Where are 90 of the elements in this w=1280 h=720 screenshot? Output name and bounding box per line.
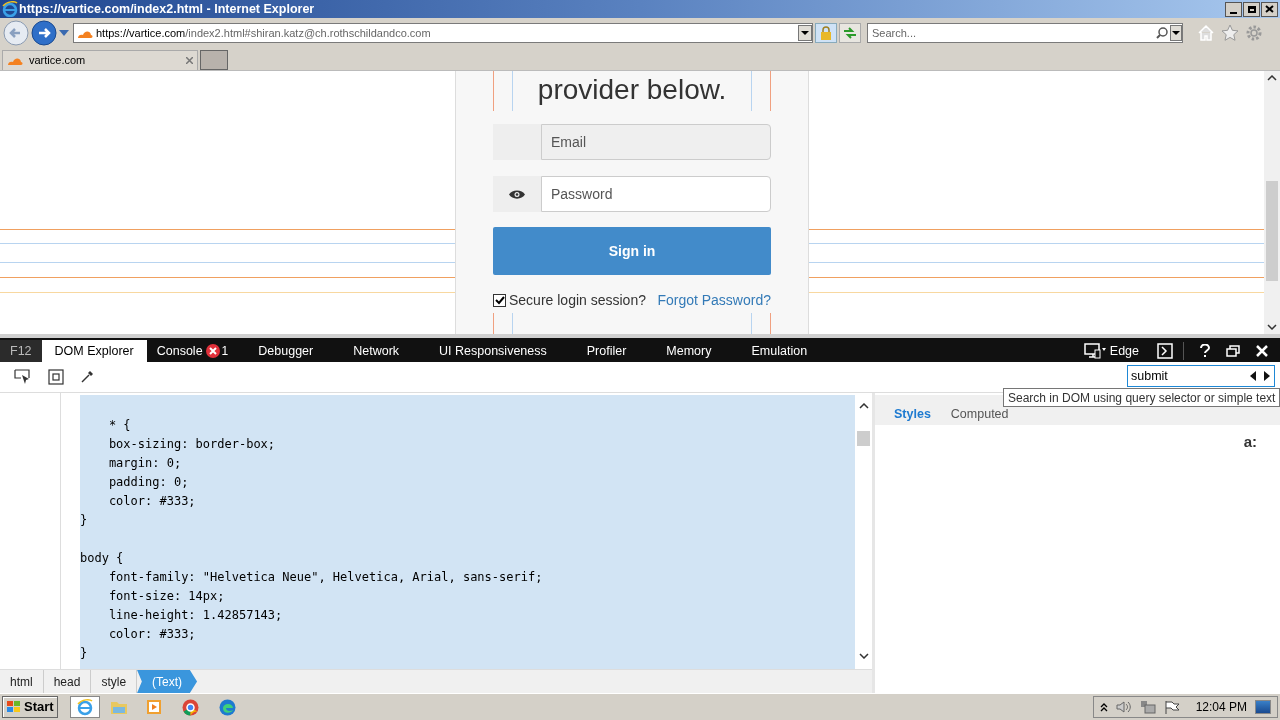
code-line: color: #333; xyxy=(107,493,197,510)
windows-logo-icon xyxy=(6,700,22,714)
address-field[interactable]: https://vartice.com/index2.html#shiran.katz@ch.rothschildandco.com xyxy=(73,23,813,43)
pseudo-state-toggle[interactable]: a: xyxy=(1243,431,1257,454)
browser-logo-icon xyxy=(2,1,18,17)
devtools-tab[interactable]: Debugger xyxy=(248,340,324,362)
new-tab-button[interactable] xyxy=(200,50,228,70)
monitor-icon[interactable] xyxy=(1083,343,1106,359)
padlock-icon xyxy=(820,26,832,40)
close-button[interactable] xyxy=(1261,1,1278,17)
devtools-tab[interactable]: Memory xyxy=(656,340,722,362)
code-line: color: #333; xyxy=(107,626,197,643)
scroll-up-icon[interactable] xyxy=(1267,75,1277,81)
styles-tab[interactable]: Computed xyxy=(950,405,1009,424)
devtools-tab[interactable]: UI Responsiveness xyxy=(429,340,557,362)
edge-icon[interactable] xyxy=(218,698,236,716)
code-line: * { xyxy=(107,417,132,434)
code-line: } xyxy=(80,512,89,529)
start-button[interactable]: Start xyxy=(2,696,58,718)
flag-icon[interactable] xyxy=(1163,700,1180,714)
media-player-icon[interactable] xyxy=(145,699,162,715)
eyedropper-icon[interactable] xyxy=(80,370,94,384)
scroll-thumb[interactable] xyxy=(1266,181,1278,281)
search-field[interactable]: Search... xyxy=(872,24,1156,42)
scroll-down-icon[interactable] xyxy=(1267,324,1277,330)
tab-label: vartice.com xyxy=(29,53,87,69)
search-icon[interactable] xyxy=(1156,27,1168,39)
devtools-tab[interactable]: Console 1 xyxy=(146,340,239,362)
star-icon[interactable] xyxy=(1221,24,1239,42)
network-icon[interactable] xyxy=(1139,700,1156,714)
dom-search-field[interactable]: submit xyxy=(1131,366,1250,386)
forward-button[interactable] xyxy=(31,20,57,46)
checkbox[interactable] xyxy=(493,294,506,307)
error-icon xyxy=(205,344,220,358)
console-icon[interactable] xyxy=(1157,343,1173,359)
scroll-down-icon[interactable] xyxy=(858,653,869,659)
dom-search-box[interactable]: submit xyxy=(1127,365,1275,387)
code-line: line-height: 1.42857143; xyxy=(107,607,284,624)
code-line: } xyxy=(80,645,89,662)
previous-icon[interactable] xyxy=(1250,371,1256,381)
password-field[interactable]: Password xyxy=(541,176,771,212)
address-dropdown-button[interactable] xyxy=(798,25,812,41)
undock-icon[interactable] xyxy=(1226,345,1240,357)
styles-tab[interactable]: Styles xyxy=(894,405,931,424)
checkbox-label: Secure login session? xyxy=(509,291,646,310)
code-line: body { xyxy=(80,550,125,567)
code-line: box-sizing: border-box; xyxy=(107,436,277,453)
highlight-box-icon[interactable] xyxy=(48,369,64,385)
code-line: margin: 0; xyxy=(107,455,183,472)
cloud-icon xyxy=(7,56,23,65)
code-line: font-size: 14px; xyxy=(107,588,226,605)
close-tab-icon[interactable] xyxy=(186,57,193,64)
eye-icon[interactable] xyxy=(509,188,525,200)
input-addon xyxy=(493,124,541,160)
search-box[interactable]: Search... xyxy=(867,23,1183,43)
clock[interactable]: 12:04 PM xyxy=(1195,698,1247,716)
taskbar-ie-button[interactable] xyxy=(69,696,100,718)
document-mode-label[interactable]: Edge xyxy=(1109,341,1139,361)
browser-tab[interactable]: vartice.com xyxy=(2,50,198,70)
search-dropdown-button[interactable] xyxy=(1170,25,1182,41)
close-icon[interactable] xyxy=(1256,345,1268,357)
devtools-tab[interactable]: Emulation xyxy=(741,340,818,362)
help-icon[interactable] xyxy=(1200,344,1210,358)
speaker-icon[interactable] xyxy=(1115,700,1132,714)
scroll-thumb[interactable] xyxy=(857,431,870,446)
chrome-icon[interactable] xyxy=(181,698,199,716)
window-title: https://vartice.com/index2.html - Internet Explorer xyxy=(19,0,315,18)
dropdown-arrow-icon[interactable] xyxy=(59,30,69,36)
minimize-button[interactable] xyxy=(1225,1,1242,17)
scroll-up-icon[interactable] xyxy=(858,403,869,409)
restore-button[interactable] xyxy=(1243,1,1260,17)
refresh-icon xyxy=(843,27,857,39)
email-field[interactable]: Email xyxy=(541,124,771,160)
close-icon xyxy=(1265,5,1274,13)
tooltip: Search in DOM using query selector or simple text xyxy=(1003,388,1280,407)
page-heading: provider below. xyxy=(537,73,727,107)
select-element-icon[interactable] xyxy=(14,369,32,385)
error-count: 1 xyxy=(221,343,229,360)
devtools-tab[interactable]: Network xyxy=(343,340,410,362)
code-line: padding: 0; xyxy=(107,474,190,491)
f12-label: F12 xyxy=(0,340,42,362)
forgot-password-link[interactable]: Forgot Password? xyxy=(657,290,771,311)
refresh-button[interactable] xyxy=(839,23,861,43)
scrollbar[interactable] xyxy=(1264,71,1280,334)
next-icon[interactable] xyxy=(1264,371,1270,381)
devtools-tab[interactable]: DOM Explorer xyxy=(41,340,147,362)
devtools-tab[interactable]: Profiler xyxy=(576,340,637,362)
code-line: font-family: "Helvetica Neue", Helvetica, Arial, sans-serif; xyxy=(107,569,544,586)
sign-in-button[interactable]: Sign in xyxy=(493,227,771,275)
show-hidden-icons-icon[interactable] xyxy=(1099,702,1108,712)
